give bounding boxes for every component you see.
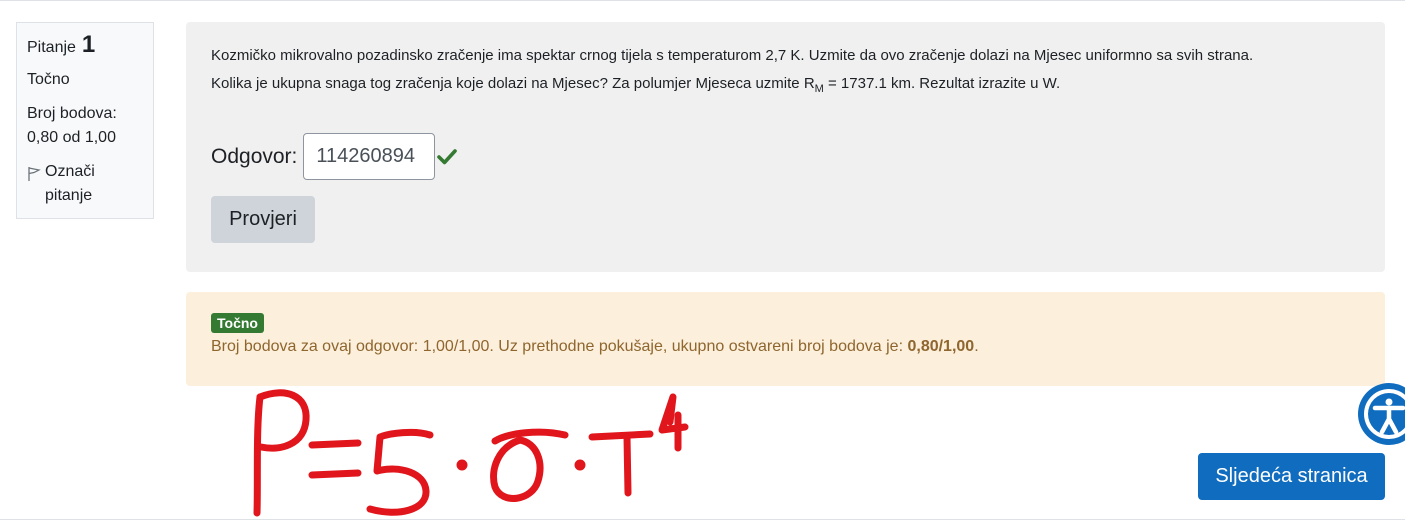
- question-content: Kozmičko mikrovalno pozadinsko zračenje …: [186, 22, 1385, 272]
- feedback-message: Broj bodova za ovaj odgovor: 1,00/1,00. …: [211, 338, 908, 355]
- flag-icon: [28, 167, 41, 181]
- handwritten-formula: [253, 389, 689, 517]
- question-number-row: Pitanje 1: [27, 33, 143, 60]
- question-text: Kozmičko mikrovalno pozadinsko zračenje …: [211, 42, 1361, 103]
- question-state: Točno: [27, 71, 70, 88]
- radius-subscript: M: [814, 83, 824, 95]
- flag-question-link[interactable]: Označi pitanje: [27, 160, 143, 208]
- grade-value: 0,80 od 1,00: [27, 129, 116, 146]
- answer-input[interactable]: [303, 133, 436, 180]
- check-icon: [437, 148, 458, 164]
- answer-row: Odgovor:: [211, 133, 458, 180]
- question-text-line2: Kolika je ukupna snaga tog zračenja koje…: [211, 70, 1361, 103]
- question-text-line1: Kozmičko mikrovalno pozadinsko zračenje …: [211, 47, 1254, 64]
- question-text-line2b: = 1737.1 km. Rezultat izrazite u W.: [823, 75, 1061, 92]
- question-label: Pitanje: [27, 39, 76, 56]
- next-page-button[interactable]: Sljedeća stranica: [1198, 453, 1385, 500]
- question-text-line2a: Kolika je ukupna snaga tog zračenja koje…: [211, 75, 815, 92]
- answer-label: Odgovor:: [211, 144, 298, 168]
- question-grade: Broj bodova: 0,80 od 1,00: [27, 102, 143, 150]
- flag-label: Označi: [45, 163, 95, 180]
- accessibility-icon[interactable]: [1356, 381, 1405, 447]
- feedback-period: .: [974, 338, 979, 355]
- question-number: 1: [81, 31, 96, 58]
- top-border: [0, 0, 1405, 1]
- flag-label-2: pitanje: [45, 187, 93, 204]
- bottom-border: [0, 519, 1405, 520]
- feedback-box: Točno Broj bodova za ovaj odgovor: 1,00/…: [186, 292, 1385, 386]
- correct-badge: Točno: [211, 313, 264, 333]
- grade-label: Broj bodova:: [27, 105, 117, 122]
- feedback-text: Broj bodova za ovaj odgovor: 1,00/1,00. …: [211, 338, 1360, 356]
- check-button[interactable]: Provjeri: [211, 196, 315, 243]
- question-info: Pitanje 1 Točno Broj bodova: 0,80 od 1,0…: [16, 22, 154, 219]
- feedback-total: 0,80/1,00: [907, 338, 975, 355]
